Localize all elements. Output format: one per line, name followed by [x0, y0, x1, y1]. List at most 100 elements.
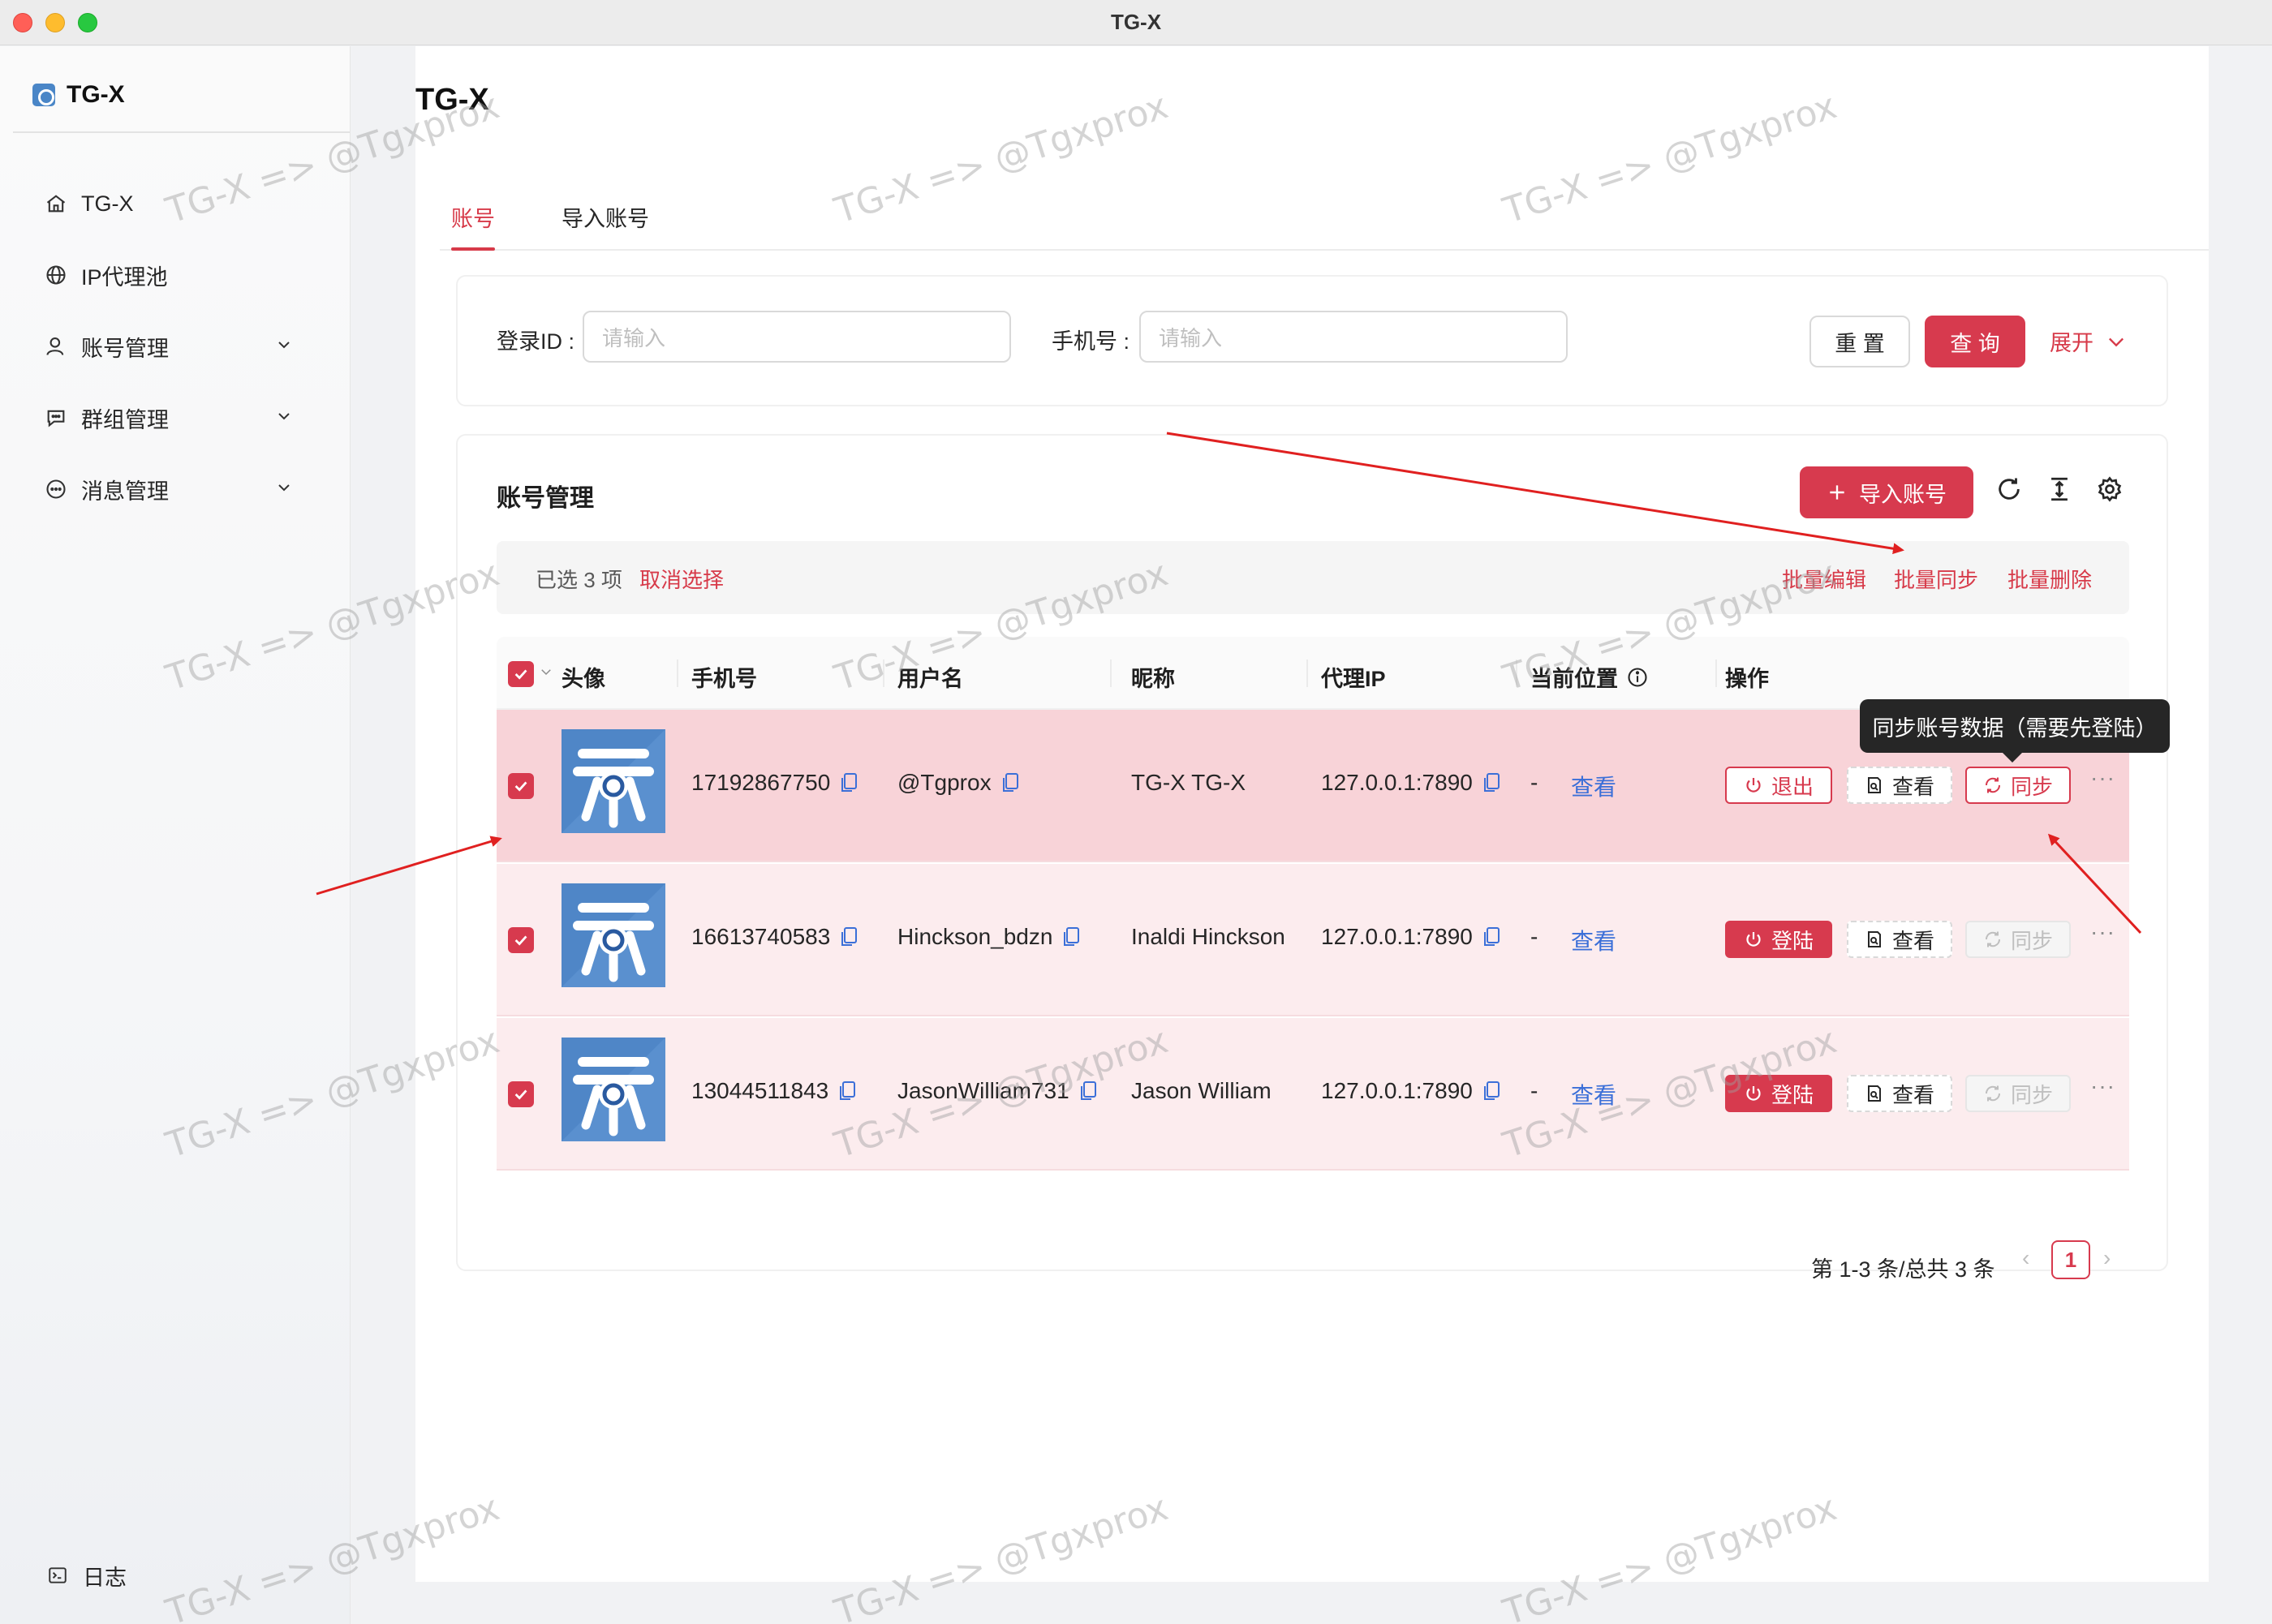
login-id-input[interactable]: 请输入 — [583, 311, 1011, 363]
chevron-down-icon[interactable] — [274, 478, 294, 497]
table-row[interactable]: 13044511843 JasonWilliam731 Jason Willia… — [497, 1018, 2129, 1171]
location-view-link[interactable]: 查看 — [1571, 770, 1616, 802]
table-row[interactable]: 16613740583 Hinckson_bdzn Inaldi Hinckso… — [497, 864, 2129, 1016]
sync-button-disabled[interactable]: 同步 — [1965, 921, 2071, 958]
power-icon — [1746, 1086, 1761, 1101]
column-header-username: 用户名 — [897, 667, 963, 691]
document-view-icon — [1867, 931, 1881, 947]
proxy-cell: 127.0.0.1:7890 — [1321, 1078, 1500, 1104]
phone-input[interactable]: 请输入 — [1139, 311, 1568, 363]
query-button[interactable]: 查 询 — [1925, 316, 2025, 367]
sidebar-item-label: IP代理池 — [81, 264, 168, 290]
next-page-icon[interactable]: › — [2103, 1245, 2111, 1271]
logout-button[interactable]: 退出 — [1725, 767, 1832, 804]
copy-icon[interactable] — [1482, 1081, 1500, 1102]
sidebar-item-logs[interactable]: 日志 — [45, 1555, 127, 1596]
sidebar-item-home[interactable]: TG-X — [13, 174, 318, 233]
phone-cell: 13044511843 — [691, 1078, 856, 1104]
column-height-icon[interactable] — [2043, 473, 2076, 505]
sidebar-item-accounts[interactable]: 账号管理 — [13, 317, 318, 376]
column-divider — [677, 659, 678, 687]
batch-sync-link[interactable]: 批量同步 — [1894, 564, 1978, 594]
document-view-icon — [1867, 777, 1881, 793]
copy-icon[interactable] — [1062, 926, 1080, 947]
copy-icon[interactable] — [838, 1081, 856, 1102]
reset-button[interactable]: 重 置 — [1809, 316, 1910, 367]
brand[interactable]: TG-X — [32, 77, 125, 113]
import-account-button[interactable]: 导入账号 — [1800, 466, 1973, 518]
sidebar-item-groups[interactable]: 群组管理 — [13, 389, 318, 447]
column-divider — [1715, 659, 1717, 687]
terminal-icon — [45, 1563, 70, 1587]
message-icon — [44, 477, 68, 501]
copy-icon[interactable] — [1482, 772, 1500, 793]
table-title: 账号管理 — [497, 485, 594, 512]
chevron-down-icon[interactable] — [274, 335, 294, 354]
nickname-cell: Jason William — [1131, 1078, 1272, 1103]
location-view-link[interactable]: 查看 — [1571, 924, 1616, 956]
view-label: 查看 — [1891, 928, 1934, 953]
view-button[interactable]: 查看 — [1847, 921, 1952, 958]
login-button[interactable]: 登陆 — [1725, 921, 1832, 958]
avatar — [562, 883, 665, 987]
sync-icon — [1985, 1085, 2000, 1102]
avatar — [562, 729, 665, 833]
more-actions-icon[interactable]: ··· — [2090, 919, 2115, 945]
window-title: TG-X — [1110, 10, 1162, 34]
home-icon — [44, 191, 68, 216]
window-titlebar: TG-X — [0, 0, 2272, 45]
sync-icon — [1985, 777, 2000, 793]
chevron-down-icon[interactable] — [274, 406, 294, 426]
sync-tooltip: 同步账号数据（需要先登陆） — [1860, 699, 2170, 763]
copy-icon[interactable] — [840, 772, 858, 793]
login-button[interactable]: 登陆 — [1725, 1075, 1832, 1112]
location-view-link[interactable]: 查看 — [1571, 1078, 1616, 1111]
login-id-label: 登录ID : — [497, 329, 575, 354]
copy-icon[interactable] — [840, 926, 858, 947]
copy-icon[interactable] — [1001, 772, 1019, 793]
search-form: 登录ID : 请输入 手机号 : 请输入 重 置 查 询 展开 — [456, 275, 2168, 406]
sidebar-item-label: 群组管理 — [81, 407, 169, 432]
power-icon — [1746, 778, 1761, 793]
proxy-cell: 127.0.0.1:7890 — [1321, 770, 1500, 796]
prev-page-icon[interactable]: ‹ — [2022, 1245, 2029, 1271]
power-icon — [1746, 932, 1761, 947]
info-icon[interactable] — [1626, 666, 1649, 689]
selection-dropdown-chevron-icon[interactable] — [539, 664, 553, 683]
view-label: 查看 — [1891, 774, 1934, 799]
sync-button[interactable]: 同步 — [1965, 767, 2071, 804]
more-actions-icon[interactable]: ··· — [2090, 1073, 2115, 1099]
sidebar-item-messages[interactable]: 消息管理 — [13, 460, 318, 518]
batch-edit-link[interactable]: 批量编辑 — [1782, 564, 1866, 594]
sidebar-item-ip-proxy[interactable]: IP代理池 — [13, 246, 318, 304]
column-header-proxy-ip: 代理IP — [1321, 667, 1386, 691]
row-checkbox[interactable] — [508, 1081, 534, 1107]
tab-import-accounts[interactable]: 导入账号 — [562, 184, 649, 249]
main-content: TG-X 账号 导入账号 登录ID : 请输入 手机号 : 请输入 重 置 查 … — [415, 46, 2209, 1582]
view-button[interactable]: 查看 — [1847, 1075, 1952, 1112]
chat-icon — [44, 406, 68, 430]
copy-icon[interactable] — [1482, 926, 1500, 947]
more-actions-icon[interactable]: ··· — [2090, 765, 2115, 791]
nickname-cell: Inaldi Hinckson — [1131, 924, 1285, 949]
expand-filters-toggle[interactable]: 展开 — [2050, 325, 2128, 357]
tab-accounts[interactable]: 账号 — [451, 184, 495, 251]
cancel-selection-link[interactable]: 取消选择 — [639, 564, 724, 594]
username-value: @Tgprox — [897, 770, 992, 795]
settings-gear-icon[interactable] — [2093, 473, 2126, 505]
globe-icon — [44, 263, 68, 287]
row-checkbox[interactable] — [508, 927, 534, 953]
login-label: 登陆 — [1771, 1082, 1814, 1107]
tab-bar: 账号 导入账号 — [440, 184, 2209, 251]
view-button[interactable]: 查看 — [1847, 767, 1952, 804]
column-header-phone: 手机号 — [691, 667, 757, 691]
copy-icon[interactable] — [1079, 1081, 1097, 1102]
batch-delete-link[interactable]: 批量删除 — [2007, 564, 2092, 594]
sync-button-disabled[interactable]: 同步 — [1965, 1075, 2071, 1112]
refresh-icon[interactable] — [1993, 473, 2025, 505]
page-number-button[interactable]: 1 — [2051, 1240, 2090, 1279]
phone-label: 手机号 : — [1052, 329, 1130, 354]
row-checkbox[interactable] — [508, 773, 534, 799]
column-header-actions: 操作 — [1725, 667, 1769, 691]
select-all-checkbox[interactable] — [508, 661, 534, 687]
